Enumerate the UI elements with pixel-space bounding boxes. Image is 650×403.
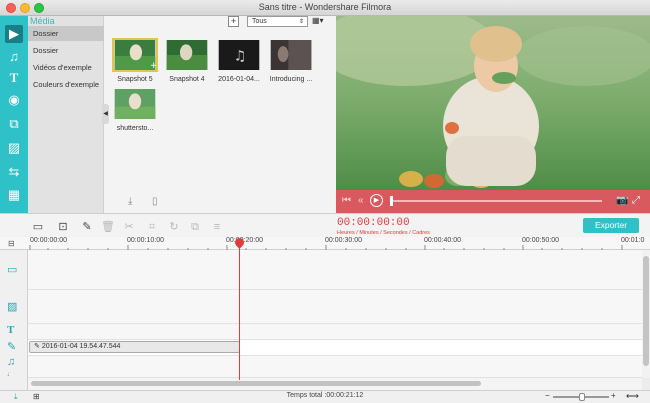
zoom-slider-knob[interactable] [579,393,585,401]
rotate-icon[interactable]: ↻ [167,220,181,234]
timeline-ruler[interactable]: ⊟ 00:00:00:00 00:00:10:00 00:00:20:00 00… [0,237,650,250]
export-button[interactable]: Exporter [583,218,639,233]
music-icon[interactable]: ♫ [5,47,23,65]
timeline-toolbar: ▭ ⊡ ✎ 🗑 ✂ ⌗ ↻ ⧉ ≡ 00:00:00:00 Heures / M… [0,213,650,237]
horizontal-scroll-thumb[interactable] [31,381,481,386]
thumbnail-shutterstock[interactable] [112,87,158,121]
record-voice-icon[interactable]: ⊡ [56,220,70,234]
media-library: + Tous ⇕ ▦▾ ◀ + Snapshot 5 Snapshot 4 ♫ … [102,16,336,213]
timecode-caption: Heures / Minutes / Secondes / Cadres [337,230,430,236]
crop-icon[interactable]: ⌗ [145,220,159,234]
thumbnail-introducing[interactable] [268,38,314,72]
music-track-icon: ♫ [7,356,16,368]
ruler-tick: 00:00:30:00 [325,237,362,244]
text-icon[interactable]: T [5,69,23,87]
play-button[interactable]: ▶ [370,194,383,207]
ruler-tick: 00:00:00:00 [30,237,67,244]
timeline-clip[interactable]: ✎ 2016-01-04 19.54.47.544 [29,341,240,353]
music-track-icon-2: ♩ [7,371,14,378]
view-mode-icon[interactable]: ▦▾ [312,16,330,27]
snapshot-icon[interactable]: 📷 [616,195,628,206]
zoom-out-icon[interactable]: − [545,391,550,400]
thumbnail-label: shutterstо... [116,125,154,132]
timecode-display: 00:00:00:00 [337,217,410,229]
clip-label: 2016-01-04 19.54.47.544 [41,343,121,350]
overlay-track[interactable] [28,290,642,324]
status-bar: ⤓ ⊞ Temps total :00:00:21:12 − + ⟷ [0,390,650,403]
folder-item[interactable]: Dossier [28,26,104,41]
video-track[interactable] [28,250,642,290]
collapse-panel-icon[interactable]: ◀ [102,104,109,124]
media-panel-title: Média [30,16,55,26]
speed-icon[interactable]: ⧉ [188,220,202,234]
thumbnail-snapshot-5[interactable]: + [112,38,158,72]
image-track-icon: ▨ [7,301,18,313]
ruler-tick: 00:00:40:00 [424,237,461,244]
thumbnail-audio[interactable]: ♫ [216,38,262,72]
playback-progress[interactable] [392,200,602,202]
ruler-tick: 00:01:0 [621,237,645,244]
cut-icon[interactable]: ✂ [122,220,136,234]
thumbnail-label: Introducing ... [269,76,313,83]
sample-colors-item[interactable]: Couleurs d'exemple [28,77,104,92]
media-icon[interactable]: ▶ [5,25,23,43]
adjust-icon[interactable]: ≡ [210,220,224,234]
left-toolbar: ▶ ♫ T ◉ ⧉ ▨ ⇆ ▦ [0,16,28,213]
sample-videos-item[interactable]: Vidéos d'exemple [28,60,104,75]
vertical-scroll-thumb[interactable] [643,256,649,366]
dropdown-arrow-icon: ⇕ [298,19,304,25]
previous-icon[interactable]: ⏮ [342,195,351,206]
svg-text:+: + [150,61,156,70]
overlay-icon[interactable]: ⧉ [5,115,23,133]
import-icon[interactable]: ⤓ [128,196,132,207]
music-track[interactable] [28,356,642,378]
text-track[interactable] [28,324,642,340]
image-icon[interactable]: ▨ [5,139,23,157]
media-filter-select[interactable]: Tous ⇕ [247,16,308,27]
thumbnail-snapshot-4[interactable] [164,38,210,72]
voice-track-icon: ✎ [7,341,17,353]
title-bar: Sans titre - Wondershare Filmora [0,0,650,16]
ruler-tick: 00:00:20:00 [226,237,263,244]
fullscreen-icon[interactable]: ⤢ [632,195,640,206]
svg-text:♫: ♫ [234,48,247,64]
filters-icon[interactable]: ◉ [5,91,23,109]
split-screen-icon[interactable]: ▦ [5,186,23,204]
add-track-icon[interactable]: ▭ [31,220,45,234]
preview-image [336,16,650,190]
mic-icon[interactable]: ✎ [80,220,94,234]
vertical-scrollbar[interactable] [642,250,650,378]
delete-icon[interactable]: 🗑 [101,220,115,234]
playhead[interactable] [239,243,240,380]
transitions-icon[interactable]: ⇆ [5,163,23,181]
thumbnail-image [114,89,156,119]
horizontal-scrollbar[interactable] [28,378,642,390]
fit-timeline-icon[interactable]: ⟷ [626,391,639,402]
ruler-tick: 00:00:50:00 [522,237,559,244]
add-media-button[interactable]: + [228,16,239,27]
thumbnail-image [166,40,208,70]
video-track-icon: ▭ [7,264,18,276]
music-note-icon: ♫ [218,40,260,70]
thumbnail-image [270,40,312,70]
preview-viewer [336,16,650,190]
thumbnail-label: Snapshot 5 [117,76,153,83]
record-icon[interactable]: ▯ [152,196,158,207]
text-track-icon: T [7,324,15,336]
track-headers: ▭ ▨ T ✎ ♫ ♩ [0,250,28,390]
filter-value: Tous [252,18,267,25]
rewind-icon[interactable]: « [358,195,364,206]
ruler-tick: 00:00:10:00 [127,237,164,244]
media-sidebar: Média Dossier Dossier Vidéos d'exemple C… [28,16,104,213]
playback-scrubber[interactable] [390,196,393,206]
snap-icon[interactable]: ⊟ [8,239,15,248]
clip-mic-icon: ✎ [34,343,42,350]
thumbnail-label: 2016-01-04... [218,76,260,83]
thumbnail-label: Snapshot 4 [169,76,205,83]
window-title: Sans titre - Wondershare Filmora [258,2,392,12]
folder-item[interactable]: Dossier [28,43,104,58]
playback-bar: ⏮ « ▶ 📷 ⤢ [336,190,650,213]
thumbnail-image: + [114,40,157,71]
zoom-in-icon[interactable]: + [611,391,616,400]
